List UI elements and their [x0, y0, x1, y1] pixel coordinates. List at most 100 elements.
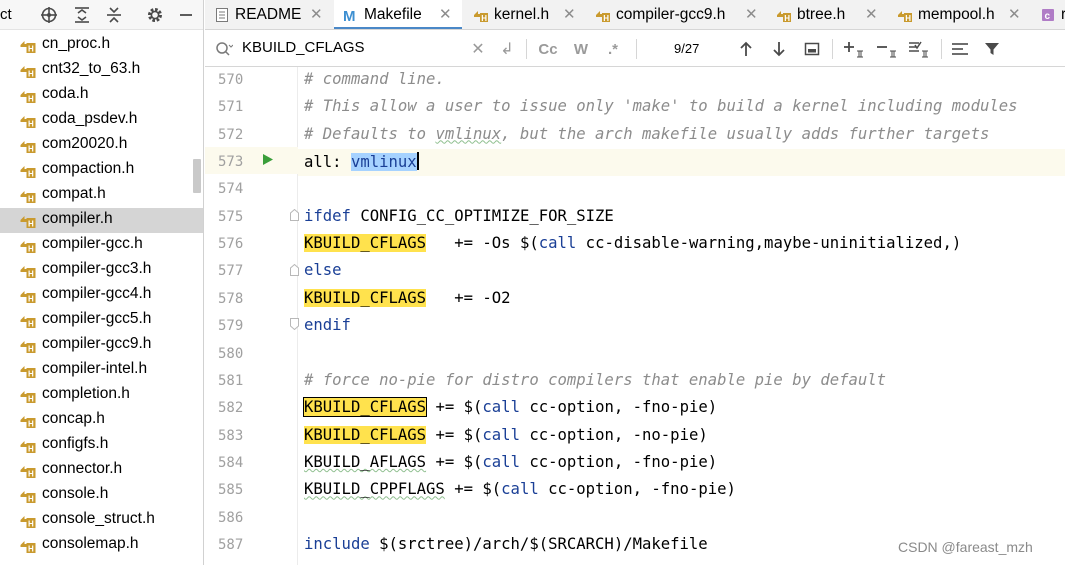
run-target-icon[interactable] — [262, 153, 274, 166]
project-panel-title: ct — [0, 6, 12, 23]
file-list-item[interactable]: Hcom20020.h — [0, 133, 203, 158]
previous-occurrence-icon[interactable] — [735, 37, 757, 61]
words-toggle[interactable]: W — [570, 37, 592, 61]
variable-name: KBUILD_CFLAGS — [304, 288, 427, 307]
comment-text: # command line. — [304, 70, 445, 88]
variable-name: KBUILD_CFLAGS — [304, 234, 427, 253]
line-number: 572 — [218, 126, 244, 143]
tab-readme[interactable]: README ✕ — [205, 0, 332, 29]
project-scrollbar[interactable] — [193, 159, 201, 193]
file-list-item[interactable]: Hcompiler-gcc5.h — [0, 308, 203, 333]
close-icon[interactable]: ✕ — [563, 5, 576, 23]
file-list-item[interactable]: Hcompat.h — [0, 183, 203, 208]
header-file-icon: H — [474, 11, 488, 23]
text-caret — [416, 152, 419, 171]
file-list-item[interactable]: Hconsole.h — [0, 483, 203, 508]
tab-makefile[interactable]: M Makefile ✕ — [334, 0, 462, 29]
minimize-icon[interactable] — [175, 4, 197, 26]
code-line: KBUILD_AFLAGS += $(call cc-option, -fno-… — [298, 450, 1065, 477]
next-occurrence-icon[interactable] — [768, 37, 790, 61]
clear-search-icon[interactable]: ✕ — [469, 37, 487, 61]
select-all-occurrences-icon[interactable] — [801, 37, 823, 61]
close-icon[interactable]: ✕ — [439, 5, 452, 23]
file-list-item[interactable]: Hcompiler-gcc9.h — [0, 333, 203, 358]
code-text: ifdef CONFIG_CC_OPTIMIZE_FOR_SIZE — [304, 207, 614, 225]
operator-text: += $( — [426, 425, 483, 444]
header-file-icon: H — [20, 91, 36, 104]
line-number: 584 — [218, 454, 244, 471]
target-label: all: — [304, 153, 351, 172]
file-list-item[interactable]: Hconsolemap.h — [0, 533, 203, 558]
code-rest: cc-option, -fno-pie) — [519, 452, 718, 471]
file-list-item[interactable]: Hcn_proc.h — [0, 33, 203, 58]
tab-mempool-h[interactable]: H mempool.h ✕ — [888, 0, 1029, 29]
select-all-matches-icon[interactable] — [907, 37, 931, 61]
file-list-item[interactable]: Hcompletion.h — [0, 383, 203, 408]
code-editor[interactable]: # command line. # This allow a user to is… — [298, 67, 1065, 565]
new-line-icon[interactable]: ↲ — [496, 37, 518, 61]
header-file-icon: H — [596, 11, 610, 23]
gear-icon[interactable] — [144, 4, 166, 26]
file-name: coda_psdev.h — [42, 110, 138, 127]
project-toolbar: ct — [0, 0, 203, 30]
comment-text: # This allow a user to issue only 'make'… — [304, 97, 1018, 116]
file-name: compiler-gcc.h — [42, 235, 143, 252]
tab-btree-h[interactable]: H btree.h ✕ — [767, 0, 886, 29]
file-list: Hcn_proc.h Hcnt32_to_63.h Hcoda.h Hcoda_psd… — [0, 33, 203, 558]
code-line: KBUILD_CFLAGS += $(call cc-option, -no-p… — [298, 423, 1065, 450]
svg-text:H: H — [784, 14, 790, 23]
find-bar: KBUILD_CFLAGS ✕ ↲ Cc W .* 9/27 — [205, 31, 1065, 67]
header-file-icon: H — [20, 166, 36, 179]
svg-text:H: H — [28, 345, 34, 354]
expand-all-icon[interactable] — [71, 4, 93, 26]
close-icon[interactable]: ✕ — [310, 5, 323, 23]
filter-search-results-icon[interactable] — [949, 37, 971, 61]
search-icon[interactable] — [213, 37, 235, 61]
svg-text:H: H — [481, 14, 487, 23]
file-list-item[interactable]: Hcoda.h — [0, 83, 203, 108]
tab-r-partial[interactable]: c r — [1031, 0, 1065, 29]
file-list-item[interactable]: Hcompiler-gcc4.h — [0, 283, 203, 308]
search-input[interactable]: KBUILD_CFLAGS — [242, 39, 365, 56]
close-icon[interactable]: ✕ — [745, 5, 758, 23]
file-name: compat.h — [42, 185, 106, 202]
file-list-item[interactable]: Hcompiler-gcc3.h — [0, 258, 203, 283]
variable-name: KBUILD_CFLAGS — [302, 397, 428, 418]
text-file-icon — [216, 8, 228, 22]
code-line: endif — [298, 313, 1065, 340]
tab-kernel-h[interactable]: H kernel.h ✕ — [464, 0, 584, 29]
remove-selection-icon[interactable] — [875, 37, 899, 61]
close-icon[interactable]: ✕ — [1008, 5, 1021, 23]
operator-text: += $( — [444, 480, 502, 499]
code-text: endif — [304, 316, 351, 334]
file-name: connector.h — [42, 460, 123, 477]
file-list-item[interactable]: Hcompiler-intel.h — [0, 358, 203, 383]
tab-label: kernel.h — [494, 6, 550, 23]
file-list-item[interactable]: Hcnt32_to_63.h — [0, 58, 203, 83]
file-name: coda.h — [42, 85, 89, 102]
file-list-item[interactable]: Hcompaction.h — [0, 158, 203, 183]
header-file-icon: H — [20, 66, 36, 79]
file-list-item[interactable]: Hconfigfs.h — [0, 433, 203, 458]
keyword: call — [482, 452, 520, 471]
svg-text:H: H — [28, 145, 34, 154]
file-list-item[interactable]: Hcompiler-gcc.h — [0, 233, 203, 258]
file-list-item[interactable]: Hcompiler.h — [0, 208, 203, 233]
match-case-toggle[interactable]: Cc — [537, 37, 559, 61]
file-list-item[interactable]: Hconsole_struct.h — [0, 508, 203, 533]
locate-crosshair-icon[interactable] — [38, 4, 60, 26]
code-line: KBUILD_CFLAGS += -O2 — [298, 286, 1065, 313]
header-file-icon: H — [20, 516, 36, 529]
file-list-item[interactable]: Hconcap.h — [0, 408, 203, 433]
add-selection-icon[interactable] — [842, 37, 866, 61]
line-number: 582 — [218, 400, 244, 417]
collapse-all-icon[interactable] — [103, 4, 125, 26]
tab-compiler-gcc9-h[interactable]: H compiler-gcc9.h ✕ — [586, 0, 765, 29]
close-icon[interactable]: ✕ — [865, 5, 878, 23]
regex-toggle[interactable]: .* — [602, 37, 624, 61]
code-line: KBUILD_CFLAGS += $(call cc-option, -fno-… — [298, 395, 1065, 422]
file-list-item[interactable]: Hconnector.h — [0, 458, 203, 483]
file-list-item[interactable]: Hcoda_psdev.h — [0, 108, 203, 133]
funnel-filter-icon[interactable] — [981, 37, 1003, 61]
svg-text:H: H — [28, 170, 34, 179]
